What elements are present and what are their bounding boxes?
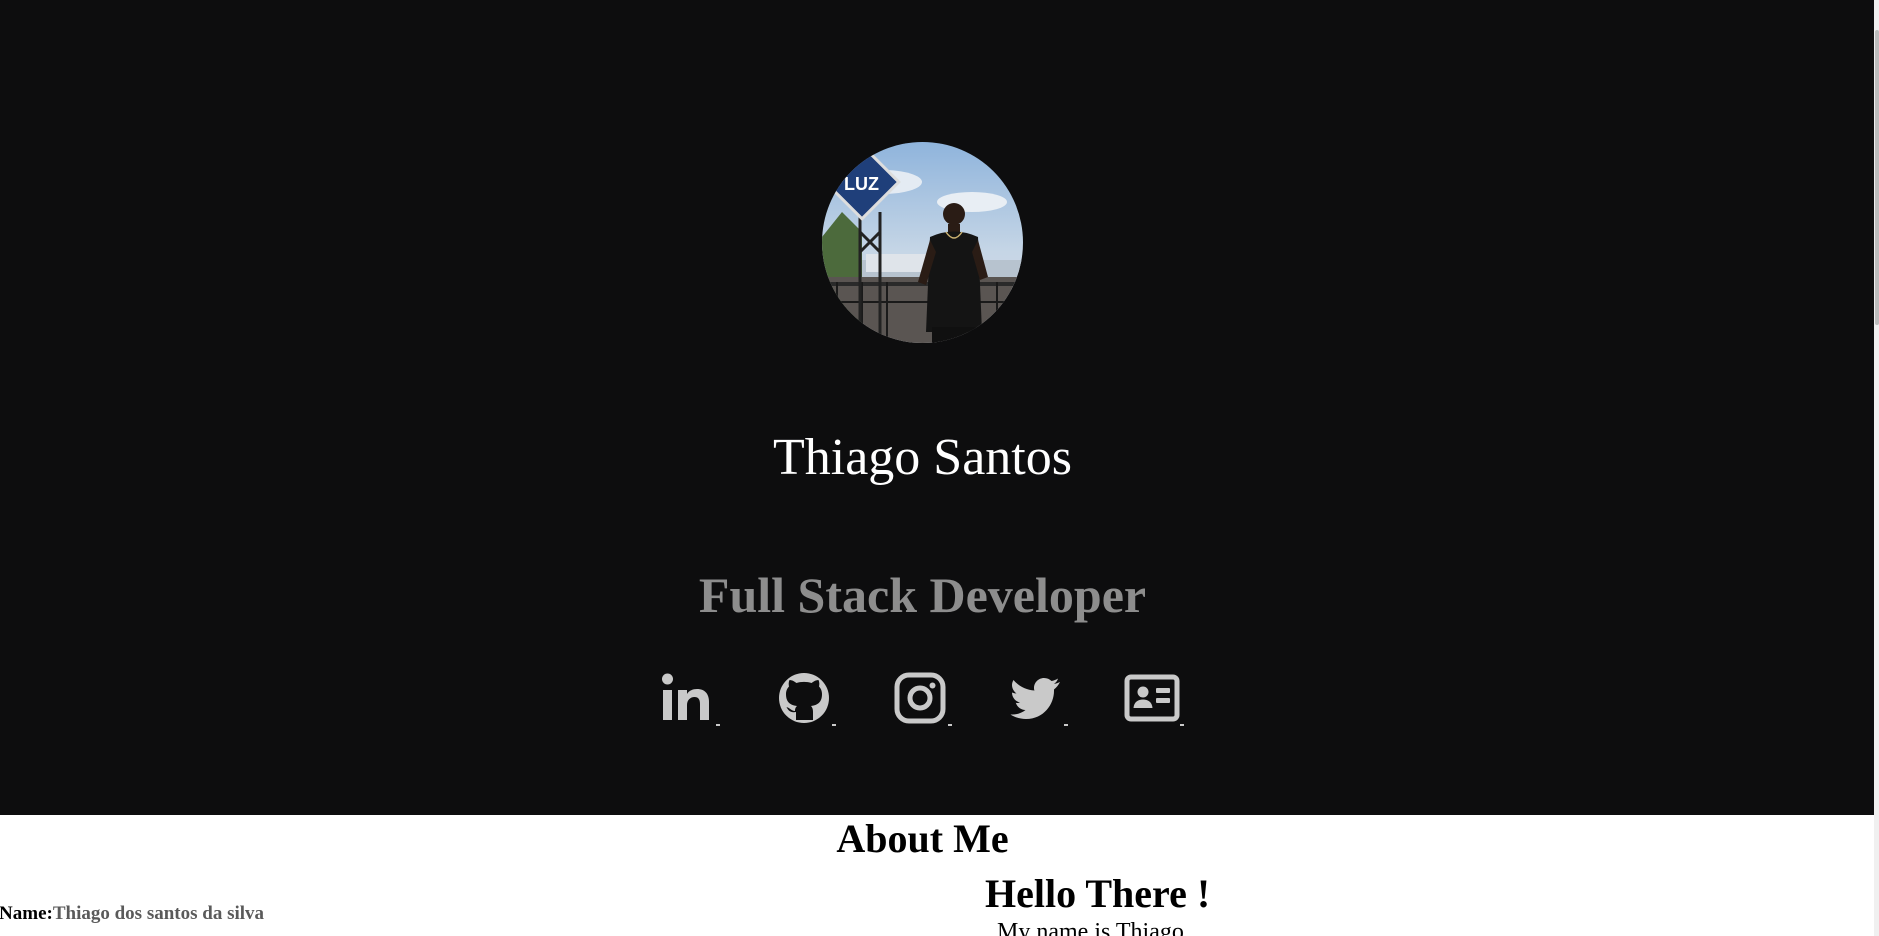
linkedin-link[interactable]: [660, 670, 720, 726]
instagram-icon: [894, 672, 946, 724]
hero-name: Thiago Santos: [773, 429, 1072, 486]
link-underline: [1180, 724, 1184, 726]
link-underline: [832, 724, 836, 726]
avatar: LUZ: [822, 142, 1023, 343]
linkedin-icon: [662, 673, 709, 720]
hello-text: My name is Thiago: [997, 919, 1184, 936]
link-underline: [1064, 724, 1068, 726]
hello-title: Hello There !: [985, 871, 1211, 916]
hero-section: LUZ Thiago Santos Full Stack Developer: [0, 0, 1874, 815]
full-name-value: Thiago dos santos da silva: [52, 903, 265, 924]
link-underline: [948, 724, 952, 726]
github-icon: [779, 673, 829, 723]
about-title: About Me: [836, 816, 1009, 861]
twitter-link[interactable]: [1008, 670, 1068, 726]
profile-photo: LUZ: [822, 142, 1023, 343]
full-name-label: l Name:: [0, 903, 53, 924]
twitter-icon: [1010, 678, 1060, 719]
link-underline: [716, 724, 720, 726]
hero-role: Full Stack Developer: [698, 567, 1147, 623]
instagram-link[interactable]: [892, 670, 952, 726]
github-link[interactable]: [776, 670, 836, 726]
svg-text:LUZ: LUZ: [844, 174, 879, 194]
contact-card-link[interactable]: [1124, 670, 1184, 726]
scrollbar-thumb[interactable]: [1875, 30, 1879, 325]
id-card-icon: [1124, 674, 1180, 722]
full-name-detail: l Name:Thiago dos santos da silva: [0, 902, 264, 926]
page-scrollbar[interactable]: [1874, 0, 1879, 936]
portfolio-page: LUZ Thiago Santos Full Stack Developer A…: [0, 0, 1879, 936]
